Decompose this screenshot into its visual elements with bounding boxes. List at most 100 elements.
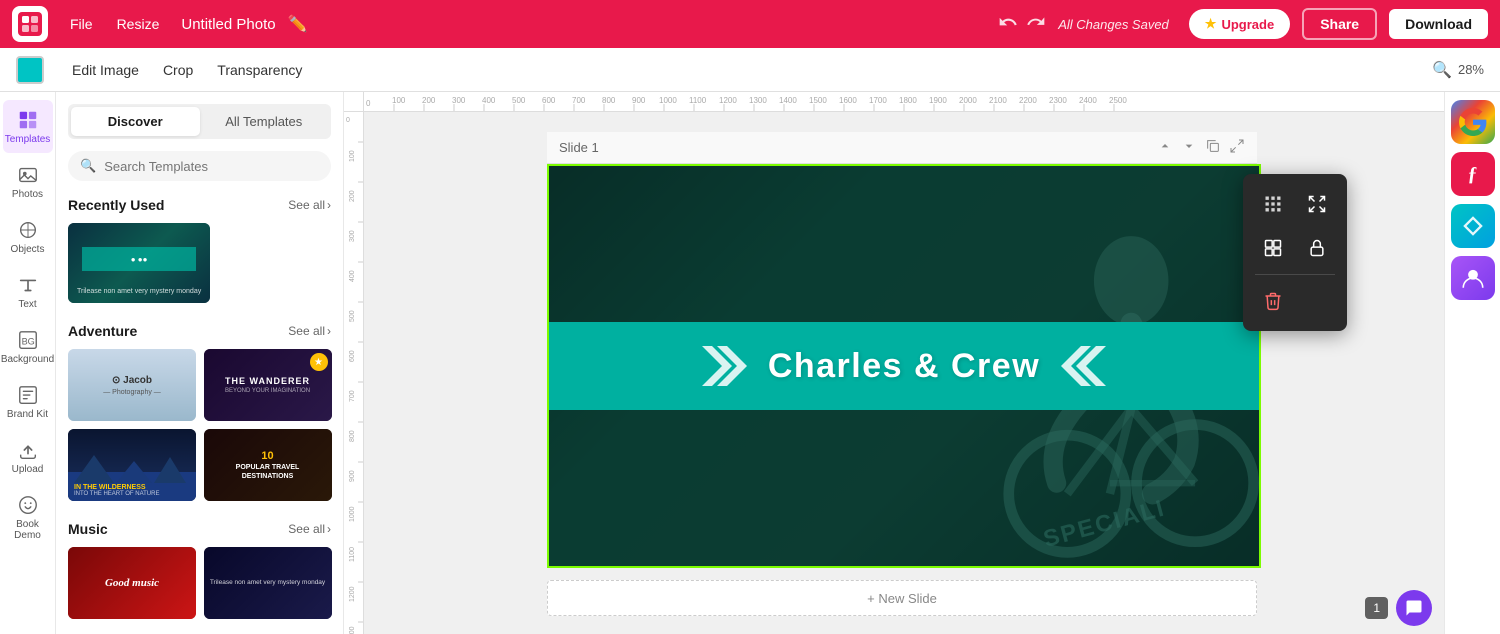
slide-header: Slide 1: [547, 132, 1257, 164]
recently-used-title: Recently Used: [68, 197, 164, 213]
document-title[interactable]: Untitled Photo: [181, 16, 275, 33]
template-travel[interactable]: 10 POPULAR TRAVEL DESTINATIONS: [204, 429, 332, 501]
svg-text:100: 100: [349, 150, 356, 162]
templates-icon: [16, 108, 40, 132]
sidebar-item-background-label: Background: [1, 354, 54, 365]
svg-text:900: 900: [632, 96, 646, 105]
download-button[interactable]: Download: [1389, 9, 1488, 39]
topbar: File Resize Untitled Photo ✏️ All Change…: [0, 0, 1500, 48]
objects-icon: [16, 218, 40, 242]
svg-text:BG: BG: [21, 337, 34, 347]
canvas-main[interactable]: Slide 1: [364, 112, 1444, 634]
slide-duplicate-button[interactable]: [1205, 138, 1221, 157]
right-sidebar: ƒ: [1444, 92, 1500, 634]
template-wanderer[interactable]: THE WANDERER BEYOND YOUR IMAGINATION ★: [204, 349, 332, 421]
sidebar-item-upload-label: Upload: [12, 464, 44, 475]
svg-text:400: 400: [349, 270, 356, 282]
slide-up-button[interactable]: [1157, 138, 1173, 157]
svg-text:500: 500: [349, 310, 356, 322]
music-see-all[interactable]: See all ›: [288, 522, 331, 536]
crop-button[interactable]: Crop: [151, 54, 205, 86]
ruler-row: 0 100 200 300 400 500 600: [344, 92, 1444, 112]
share-button[interactable]: Share: [1302, 8, 1377, 40]
zoom-icon: 🔍: [1432, 60, 1452, 80]
sidebar-item-bookdemo[interactable]: Book Demo: [3, 485, 53, 549]
ctx-lock-button[interactable]: [1299, 230, 1335, 266]
tab-discover[interactable]: Discover: [71, 107, 200, 136]
ruler-corner: [344, 92, 364, 112]
sidebar-item-upload[interactable]: Upload: [3, 430, 53, 483]
slide-label: Slide 1: [559, 140, 599, 155]
svg-text:0: 0: [346, 117, 350, 124]
search-input[interactable]: [104, 159, 319, 174]
sidebar-item-objects[interactable]: Objects: [3, 210, 53, 263]
template-goodmusic[interactable]: Good music: [68, 547, 196, 619]
search-bar: 🔍: [68, 151, 331, 181]
file-menu[interactable]: File: [60, 10, 103, 38]
transparency-button[interactable]: Transparency: [205, 54, 314, 86]
slide-canvas-wrapper[interactable]: SPECIALI: [547, 164, 1261, 568]
music-header: Music See all ›: [68, 521, 331, 537]
slide-expand-button[interactable]: [1229, 138, 1245, 157]
redo-button[interactable]: [1026, 12, 1046, 37]
bottom-right: 1: [1365, 590, 1432, 626]
svg-text:1700: 1700: [869, 96, 887, 105]
ctx-delete-button[interactable]: [1255, 283, 1291, 319]
music-title: Music: [68, 521, 108, 537]
svg-text:300: 300: [452, 96, 466, 105]
resize-menu[interactable]: Resize: [107, 10, 170, 38]
sidebar-item-background[interactable]: BG Background: [3, 320, 53, 373]
template-music2[interactable]: Trilease non amet very mystery monday: [204, 547, 332, 619]
sidebar-item-templates[interactable]: Templates: [3, 100, 53, 153]
adventure-title: Adventure: [68, 323, 137, 339]
svg-text:100: 100: [392, 96, 406, 105]
saved-status: All Changes Saved: [1058, 17, 1169, 32]
ctx-group-button[interactable]: [1255, 230, 1291, 266]
slide-section: Slide 1: [547, 132, 1261, 616]
sidebar-item-objects-label: Objects: [11, 244, 45, 255]
sidebar-item-photos-label: Photos: [12, 189, 43, 200]
zoom-level[interactable]: 28%: [1458, 62, 1484, 77]
teal-app-button[interactable]: [1451, 204, 1495, 248]
bookdemo-icon: [16, 493, 40, 517]
recently-used-grid: Trilease non amet very mystery monday ● …: [68, 223, 331, 303]
color-swatch[interactable]: [16, 56, 44, 84]
template-recent-1[interactable]: Trilease non amet very mystery monday ● …: [68, 223, 210, 303]
photos-icon: [16, 163, 40, 187]
vertical-ruler: 0 100 200 300 400 500 600: [344, 112, 364, 634]
new-slide-button[interactable]: + New Slide: [547, 580, 1257, 616]
template-jacob[interactable]: ⊙ Jacob — Photography —: [68, 349, 196, 421]
ctx-resize-button[interactable]: [1299, 186, 1335, 222]
templates-panel: Discover All Templates 🔍 Recently Used S…: [56, 92, 344, 634]
sidebar-item-photos[interactable]: Photos: [3, 155, 53, 208]
adventure-see-all[interactable]: See all ›: [288, 324, 331, 338]
left-sidebar: Templates Photos Objects Text BG Backgro…: [0, 92, 56, 634]
sidebar-item-brand[interactable]: Brand Kit: [3, 375, 53, 428]
svg-text:600: 600: [542, 96, 556, 105]
chat-button[interactable]: [1396, 590, 1432, 626]
undo-button[interactable]: [998, 12, 1018, 37]
edit-image-button[interactable]: Edit Image: [60, 54, 151, 86]
zoom-area: 🔍 28%: [1432, 60, 1484, 80]
ctx-align-button[interactable]: [1255, 186, 1291, 222]
svg-text:1300: 1300: [349, 626, 356, 634]
google-app-button[interactable]: [1451, 100, 1495, 144]
left-chevrons: [692, 336, 752, 396]
svg-text:400: 400: [482, 96, 496, 105]
right-chevrons: [1056, 336, 1116, 396]
sidebar-item-text[interactable]: Text: [3, 265, 53, 318]
fontello-app-button[interactable]: ƒ: [1451, 152, 1495, 196]
svg-text:200: 200: [422, 96, 436, 105]
slide-title: Charles & Crew: [768, 347, 1040, 386]
upgrade-button[interactable]: ★ Upgrade: [1189, 9, 1290, 39]
brand-icon: [16, 383, 40, 407]
slide-down-button[interactable]: [1181, 138, 1197, 157]
template-wilderness[interactable]: IN THE WILDERNESS INTO THE HEART OF NATU…: [68, 429, 196, 501]
sidebar-item-brand-label: Brand Kit: [7, 409, 48, 420]
slide-canvas[interactable]: SPECIALI: [549, 166, 1259, 566]
app-logo[interactable]: [12, 6, 48, 42]
recently-used-see-all[interactable]: See all ›: [288, 198, 331, 212]
edit-title-icon[interactable]: ✏️: [288, 14, 308, 34]
purple-app-button[interactable]: [1451, 256, 1495, 300]
tab-all-templates[interactable]: All Templates: [200, 107, 329, 136]
